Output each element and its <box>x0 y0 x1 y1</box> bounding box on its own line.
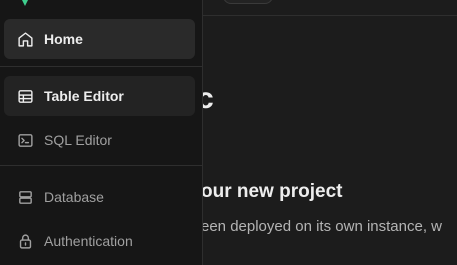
project-description: een deployed on its own instance, w <box>201 218 442 235</box>
top-bar <box>203 0 457 16</box>
sidebar-item-label: Authentication <box>44 233 133 249</box>
sidebar-divider <box>0 165 203 166</box>
table-icon <box>16 87 34 105</box>
home-icon <box>16 30 34 48</box>
sidebar-item-database[interactable]: Database <box>4 177 195 217</box>
sidebar-item-label: Home <box>44 31 83 47</box>
supabase-logo-icon[interactable] <box>16 0 34 8</box>
sidebar-item-authentication[interactable]: Authentication <box>4 221 195 261</box>
sidebar-item-table-editor[interactable]: Table Editor <box>4 76 195 116</box>
lock-icon <box>16 232 34 250</box>
sidebar-item-sql-editor[interactable]: SQL Editor <box>4 120 195 160</box>
sidebar-item-label: Table Editor <box>44 88 124 104</box>
sidebar-item-label: SQL Editor <box>44 132 112 148</box>
main-content: c our new project een deployed on its ow… <box>197 0 457 265</box>
top-bar-button[interactable] <box>223 0 273 4</box>
database-icon <box>16 188 34 206</box>
sidebar-divider <box>0 66 203 67</box>
terminal-icon <box>16 131 34 149</box>
project-welcome-heading: our new project <box>201 181 343 202</box>
sidebar-item-label: Database <box>44 189 104 205</box>
sidebar-item-home[interactable]: Home <box>4 19 195 59</box>
sidebar: Home Table Editor SQL Editor Database Au… <box>0 0 203 265</box>
